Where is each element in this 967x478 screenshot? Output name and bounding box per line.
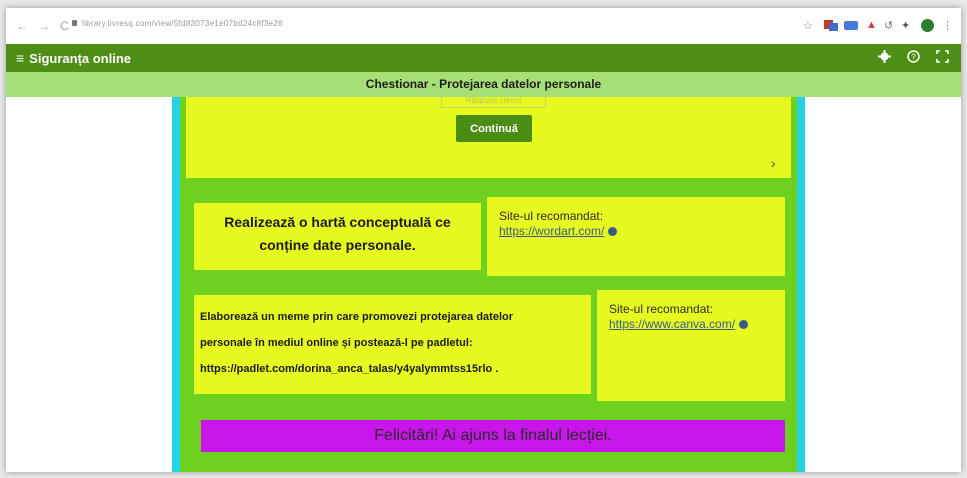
puzzle-icon[interactable]: ✦ bbox=[901, 19, 910, 32]
site-label: Site-ul recomandat: bbox=[609, 302, 714, 316]
bookmark-icon[interactable]: ▲ bbox=[866, 19, 877, 31]
site-link[interactable]: https://wordart.com/ bbox=[499, 224, 618, 238]
completion-banner: Felicitări! Ai ajuns la finalul lecției. bbox=[201, 420, 785, 452]
star-icon[interactable]: ☆ bbox=[803, 19, 813, 32]
answer-button[interactable]: Răspuns corect bbox=[441, 97, 546, 108]
help-icon[interactable]: ? bbox=[907, 50, 920, 65]
recommended-site-card: Site-ul recomandat: https://wordart.com/ bbox=[487, 197, 785, 276]
hamburger-menu-icon[interactable]: ≡ bbox=[16, 51, 24, 65]
task-line: Realizează o hartă conceptuală ce bbox=[224, 214, 451, 230]
recommended-site-card: Site-ul recomandat: https://www.canva.co… bbox=[597, 290, 785, 401]
back-icon[interactable]: ← bbox=[16, 19, 28, 33]
address-bar[interactable]: library.livresq.com/view/5fd83073e1e07bd… bbox=[82, 19, 283, 28]
translate-icon[interactable] bbox=[844, 19, 858, 34]
task-line: Elaborează un meme prin care promovezi p… bbox=[200, 311, 513, 323]
continue-button[interactable]: Continuă bbox=[456, 115, 532, 142]
task-card-concept-map: Realizează o hartă conceptuală ce conțin… bbox=[194, 203, 481, 270]
extension-icon[interactable] bbox=[824, 19, 838, 34]
lesson-panel: Răspuns corect Continuă › Realizează o h… bbox=[180, 97, 797, 472]
site-label: Site-ul recomandat: bbox=[499, 209, 604, 223]
svg-text:?: ? bbox=[911, 53, 916, 62]
quiz-title-bar: Chestionar - Protejarea datelor personal… bbox=[6, 72, 961, 97]
site-link[interactable]: https://www.canva.com/ bbox=[609, 317, 749, 331]
app-header: ≡ Siguranța online bbox=[6, 44, 961, 72]
gear-icon[interactable] bbox=[878, 50, 891, 65]
globe-icon bbox=[739, 320, 749, 330]
quiz-card: Răspuns corect Continuă › bbox=[186, 97, 791, 178]
browser-menu-icon[interactable]: ⋮ bbox=[942, 19, 953, 32]
task-card-meme: Elaborează un meme prin care promovezi p… bbox=[194, 295, 591, 394]
fullscreen-icon[interactable] bbox=[936, 50, 949, 65]
screenshot-frame: ← → C library.livresq.com/view/5fd83073e… bbox=[6, 8, 961, 472]
task-line: personale în mediul online și postează-l… bbox=[200, 337, 473, 349]
lesson-stage: Răspuns corect Continuă › Realizează o h… bbox=[172, 97, 805, 472]
lock-icon bbox=[72, 20, 77, 26]
task-line: https://padlet.com/dorina_anca_talas/y4y… bbox=[200, 363, 499, 375]
profile-avatar[interactable] bbox=[921, 19, 934, 35]
browser-toolbar: ← → C library.livresq.com/view/5fd83073e… bbox=[6, 8, 961, 44]
task-line: conține date personale. bbox=[259, 237, 416, 253]
forward-icon[interactable]: → bbox=[38, 19, 50, 33]
app-title: Siguranța online bbox=[29, 50, 132, 66]
chevron-right-icon[interactable]: › bbox=[771, 155, 776, 171]
globe-icon bbox=[608, 227, 618, 237]
refresh-ext-icon[interactable]: ↺ bbox=[884, 19, 893, 32]
reload-icon[interactable]: C bbox=[60, 19, 69, 33]
